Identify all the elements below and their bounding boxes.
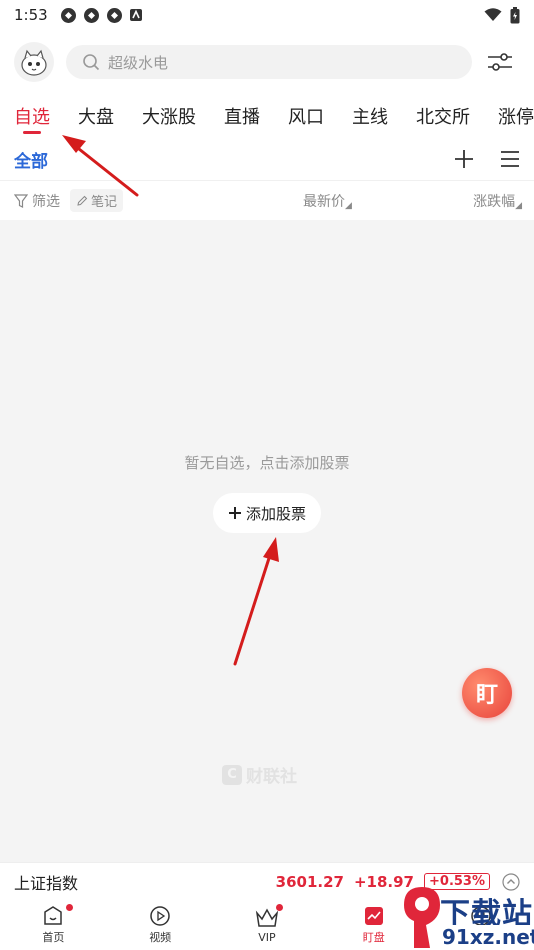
nav-home[interactable]: 首页 bbox=[0, 900, 107, 950]
chevron-up-icon[interactable] bbox=[502, 872, 520, 891]
nav-vip[interactable]: VIP bbox=[214, 900, 321, 950]
nav-profile[interactable]: 我的 bbox=[427, 900, 534, 950]
index-change: +18.97 bbox=[353, 872, 414, 891]
index-percent: +0.53% bbox=[424, 873, 490, 890]
index-price: 3601.27 bbox=[275, 872, 344, 891]
nav-watch-label: 盯盘 bbox=[362, 931, 385, 944]
notification-dot bbox=[66, 904, 73, 911]
nav-vip-label: VIP bbox=[258, 930, 276, 944]
bottom-navigation: 首页 视频 VIP 盯盘 我的 bbox=[0, 900, 534, 950]
crown-icon bbox=[255, 907, 279, 927]
home-icon bbox=[44, 906, 63, 925]
nav-profile-label: 我的 bbox=[469, 931, 492, 944]
index-name: 上证指数 bbox=[14, 873, 79, 893]
nav-watch[interactable]: 盯盘 bbox=[320, 900, 427, 950]
play-icon bbox=[150, 906, 170, 926]
notification-dot bbox=[275, 904, 283, 911]
index-ticker[interactable]: 上证指数 3601.27 +18.97 +0.53% bbox=[0, 862, 534, 900]
nav-video-label: 视频 bbox=[149, 931, 172, 944]
chart-icon bbox=[364, 907, 383, 925]
nav-home-label: 首页 bbox=[42, 931, 65, 944]
nav-video[interactable]: 视频 bbox=[107, 900, 214, 950]
arrow-to-add-stock bbox=[233, 537, 279, 666]
annotation-arrows bbox=[62, 135, 279, 666]
profile-icon bbox=[470, 906, 491, 926]
arrow-to-watchlist-tab bbox=[62, 135, 139, 197]
